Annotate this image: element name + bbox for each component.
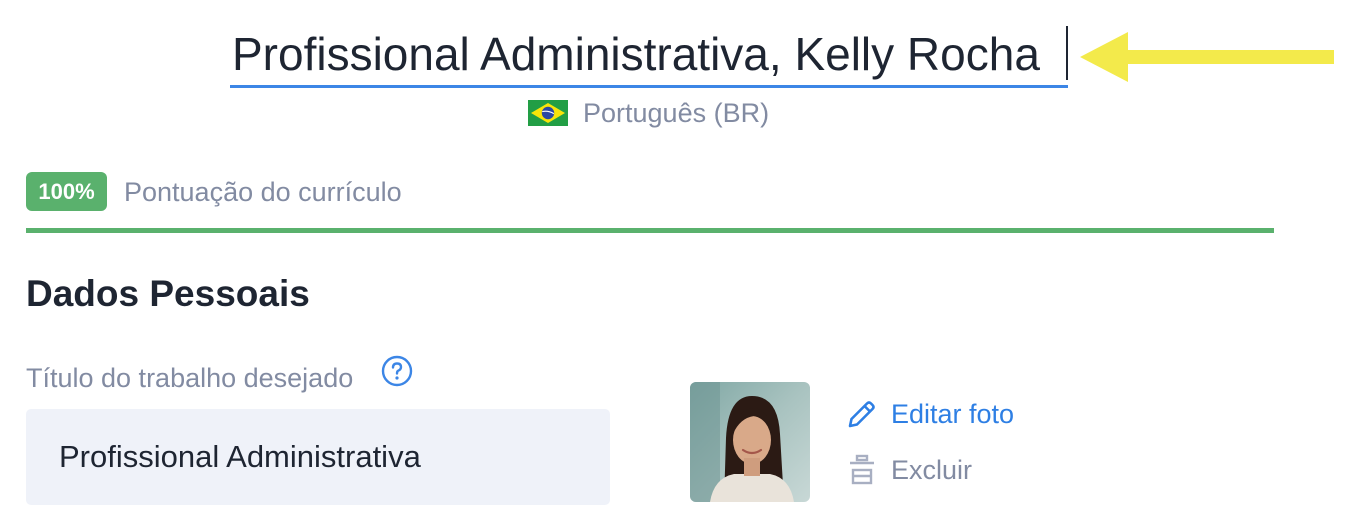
trash-icon [850,454,874,485]
yellow-arrow-annotation [1080,32,1334,82]
text-caret [1066,26,1068,80]
job-title-input[interactable] [26,409,610,505]
resume-title[interactable]: Profissional Administrativa, Kelly Rocha [232,26,1040,82]
delete-photo-button[interactable]: Excluir [846,452,972,488]
resume-title-field[interactable]: Profissional Administrativa, Kelly Rocha [230,22,1068,88]
language-label: Português (BR) [583,97,770,128]
pencil-icon [848,401,875,428]
profile-photo[interactable] [690,382,810,502]
score-label: Pontuação do currículo [124,177,402,207]
score-progress-bar [26,228,1274,233]
job-title-label: Título do trabalho desejado [26,363,354,393]
profile-photo-image [690,382,810,502]
score-badge: 100% [26,172,107,211]
brazil-flag-icon [528,100,568,126]
question-circle-icon[interactable] [381,355,413,387]
title-underline [230,85,1068,88]
edit-photo-label: Editar foto [891,398,1015,429]
edit-photo-button[interactable]: Editar foto [846,396,1014,432]
delete-photo-label: Excluir [891,454,973,485]
language-selector[interactable]: Português (BR) [528,96,769,130]
section-heading-personal-details: Dados Pessoais [26,273,310,314]
score-progress-fill [26,228,1274,233]
